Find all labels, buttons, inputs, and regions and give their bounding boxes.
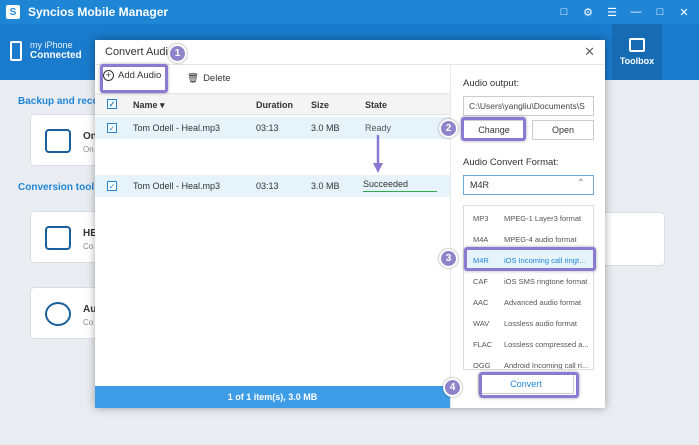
convert-audio-dialog: Convert Audio ✕ + Add Audio 🗑 Delete ✓ N… [95,40,605,408]
format-option-aac[interactable]: AAC Advanced audio format [464,292,593,313]
image-convert-icon [45,226,71,250]
table-header: ✓ Name ▾ Duration Size State [95,93,450,115]
format-option-mp3[interactable]: MP3 MPEG-1 Layer3 format [464,208,593,229]
col-name[interactable]: Name ▾ [133,100,165,111]
section-conversion-heading: Conversion tool [18,182,95,193]
callout-badge-1: 1 [168,44,187,63]
callout-badge-3: 3 [439,249,458,268]
toolbox-label: Toolbox [619,56,655,66]
card-audio-sub: Co [83,318,94,327]
select-all-checkbox[interactable]: ✓ [107,99,117,109]
audio-output-label: Audio output: [463,78,519,89]
options-pane: Audio output: C:\Users\yangliu\Documents… [450,65,605,408]
row-checkbox[interactable]: ✓ [107,181,117,191]
callout-badge-4: 4 [443,378,462,397]
row-name: Tom Odell - Heal.mp3 [133,181,221,191]
add-audio-label: Add Audio [118,70,162,81]
audio-convert-icon [45,302,71,326]
format-option-caf[interactable]: CAF iOS SMS ringtone format [464,271,593,292]
toolbox-tab[interactable]: Toolbox [612,24,662,80]
card-backup-sub: On [83,145,94,154]
format-selected-value: M4R [470,180,490,190]
toolbox-icon [629,38,645,52]
format-option-wav[interactable]: WAV Lossless audio format [464,313,593,334]
row-size: 3.0 MB [311,123,340,133]
feedback-icon[interactable]: □ [555,3,573,21]
app-title: Syncios Mobile Manager [28,5,169,19]
row-name: Tom Odell - Heal.mp3 [133,123,221,133]
trash-icon: 🗑 [187,73,200,84]
file-toolbar: + Add Audio 🗑 Delete [95,65,450,93]
row-checkbox[interactable]: ✓ [107,123,117,133]
card-heic[interactable]: HE Co [30,211,100,263]
down-arrow-annotation [373,135,383,173]
change-button[interactable]: Change [463,120,525,140]
output-path-field[interactable]: C:\Users\yangliu\Documents\S [463,96,594,116]
close-window-icon[interactable]: ✕ [675,3,693,21]
format-option-m4a[interactable]: M4A MPEG-4 audio format [464,229,593,250]
delete-button[interactable]: 🗑 Delete [187,73,231,84]
format-dropdown: MP3 MPEG-1 Layer3 format M4A MPEG-4 audio … [463,205,594,370]
row-size: 3.0 MB [311,181,340,191]
col-state[interactable]: State [365,100,387,110]
chevron-up-icon: ⌃ [576,178,585,189]
col-size[interactable]: Size [311,100,329,110]
app-titlebar: S Syncios Mobile Manager □ ⚙ ☰ — □ ✕ [0,0,699,24]
row-state: Succeeded [363,179,437,192]
dialog-close-icon[interactable]: ✕ [584,44,595,60]
col-duration[interactable]: Duration [256,100,293,110]
convert-button[interactable]: Convert [478,374,574,394]
maximize-icon[interactable]: □ [651,3,669,21]
device-status: Connected [30,50,82,61]
dialog-title: Convert Audio [105,46,175,58]
section-backup-heading: Backup and reco [18,96,99,107]
card-heic-sub: Co [83,242,94,251]
table-row[interactable]: ✓ Tom Odell - Heal.mp3 03:13 3.0 MB Succ… [95,175,450,197]
open-button[interactable]: Open [532,120,594,140]
delete-label: Delete [203,73,231,84]
card-audio[interactable]: Au Co [30,287,100,339]
row-state: Ready [365,123,392,133]
plus-circle-icon: + [103,70,114,81]
callout-badge-2: 2 [439,119,458,138]
table-row[interactable]: ✓ Tom Odell - Heal.mp3 03:13 3.0 MB Read… [95,117,450,139]
phone-icon [10,40,22,61]
menu-icon[interactable]: ☰ [603,3,621,21]
card-backup[interactable]: On On [30,114,100,166]
format-select[interactable]: M4R ⌃ [463,175,594,195]
row-duration: 03:13 [256,181,279,191]
app-logo-icon: S [6,5,20,19]
settings-gear-icon[interactable]: ⚙ [579,3,597,21]
format-option-ogg[interactable]: OGG Android Incoming call ri... [464,355,593,369]
card-right-partial[interactable] [600,212,665,266]
format-option-flac[interactable]: FLAC Lossless compressed a... [464,334,593,355]
backup-icon [45,129,71,153]
minimize-icon[interactable]: — [627,3,645,21]
status-footer: 1 of 1 item(s), 3.0 MB [95,386,450,408]
add-audio-button[interactable]: + Add Audio [103,70,161,81]
file-list-pane: + Add Audio 🗑 Delete ✓ Name ▾ Duration S… [95,65,450,408]
device-name: my iPhone [30,40,73,50]
device-indicator[interactable]: my iPhone Connected [10,40,82,61]
format-option-m4r[interactable]: M4R iOS Incoming call rington... [464,250,593,271]
window-controls: □ ⚙ ☰ — □ ✕ [555,3,693,21]
row-duration: 03:13 [256,123,279,133]
format-label: Audio Convert Format: [463,157,559,168]
